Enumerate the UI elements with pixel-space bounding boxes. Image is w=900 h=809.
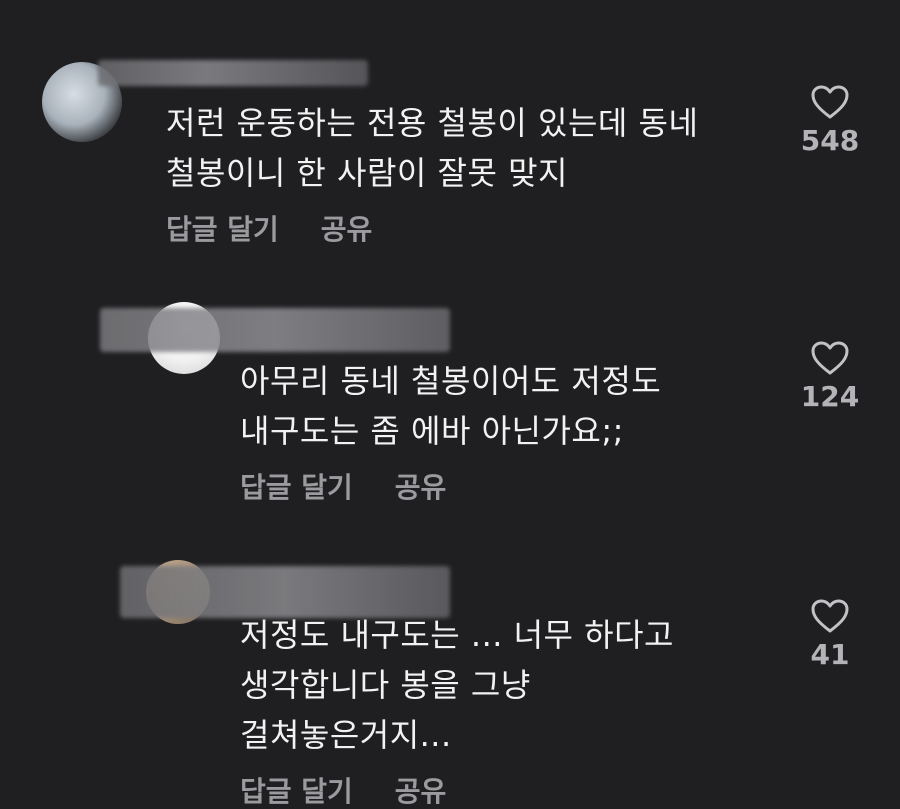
comment-line: 걸쳐놓은거지... — [240, 716, 452, 754]
comment-line: 아무리 동네 철봉이어도 저정도 — [240, 362, 662, 400]
reply-item: 저정도 내구도는 ... 너무 하다고 생각합니다 봉을 그냥 걸쳐놓은거지..… — [0, 530, 900, 809]
comment-actions: 답글 달기 공유 — [240, 770, 446, 809]
comment-line: 내구도는 좀 에바 아닌가요;; — [240, 412, 624, 450]
comment-actions: 답글 달기 공유 — [166, 208, 372, 248]
reply-button[interactable]: 답글 달기 — [240, 770, 353, 809]
comment-line: 철봉이니 한 사람이 잘못 맞지 — [166, 154, 568, 192]
comment-item: 저런 운동하는 전용 철봉이 있는데 동네 철봉이니 한 사람이 잘못 맞지 답… — [0, 0, 900, 260]
like-count: 41 — [810, 638, 850, 671]
reply-button[interactable]: 답글 달기 — [240, 466, 353, 506]
heart-icon[interactable] — [810, 598, 850, 634]
share-button[interactable]: 공유 — [321, 208, 373, 248]
comment-text: 저런 운동하는 전용 철봉이 있는데 동네 철봉이니 한 사람이 잘못 맞지 — [166, 98, 698, 198]
heart-icon[interactable] — [810, 84, 850, 120]
comment-thread: 저런 운동하는 전용 철봉이 있는데 동네 철봉이니 한 사람이 잘못 맞지 답… — [0, 0, 900, 809]
comment-text: 아무리 동네 철봉이어도 저정도 내구도는 좀 에바 아닌가요;; — [240, 356, 661, 456]
reply-item: 아무리 동네 철봉이어도 저정도 내구도는 좀 에바 아닌가요;; 답글 달기 … — [0, 260, 900, 530]
share-button[interactable]: 공유 — [395, 770, 447, 809]
like-control: 548 — [790, 84, 870, 157]
comment-actions: 답글 달기 공유 — [240, 466, 446, 506]
like-count: 124 — [800, 380, 860, 413]
username-redacted[interactable] — [98, 60, 368, 86]
like-count: 548 — [800, 124, 860, 157]
comment-line: 생각합니다 봉을 그냥 — [240, 666, 531, 704]
comment-text: 저정도 내구도는 ... 너무 하다고 생각합니다 봉을 그냥 걸쳐놓은거지..… — [240, 610, 674, 760]
like-control: 41 — [790, 598, 870, 671]
heart-icon[interactable] — [810, 340, 850, 376]
share-button[interactable]: 공유 — [395, 466, 447, 506]
comment-line: 저런 운동하는 전용 철봉이 있는데 동네 — [166, 104, 699, 142]
reply-button[interactable]: 답글 달기 — [166, 208, 279, 248]
like-control: 124 — [790, 340, 870, 413]
username-redacted[interactable] — [100, 308, 450, 352]
comment-line: 저정도 내구도는 ... 너무 하다고 — [240, 616, 674, 654]
